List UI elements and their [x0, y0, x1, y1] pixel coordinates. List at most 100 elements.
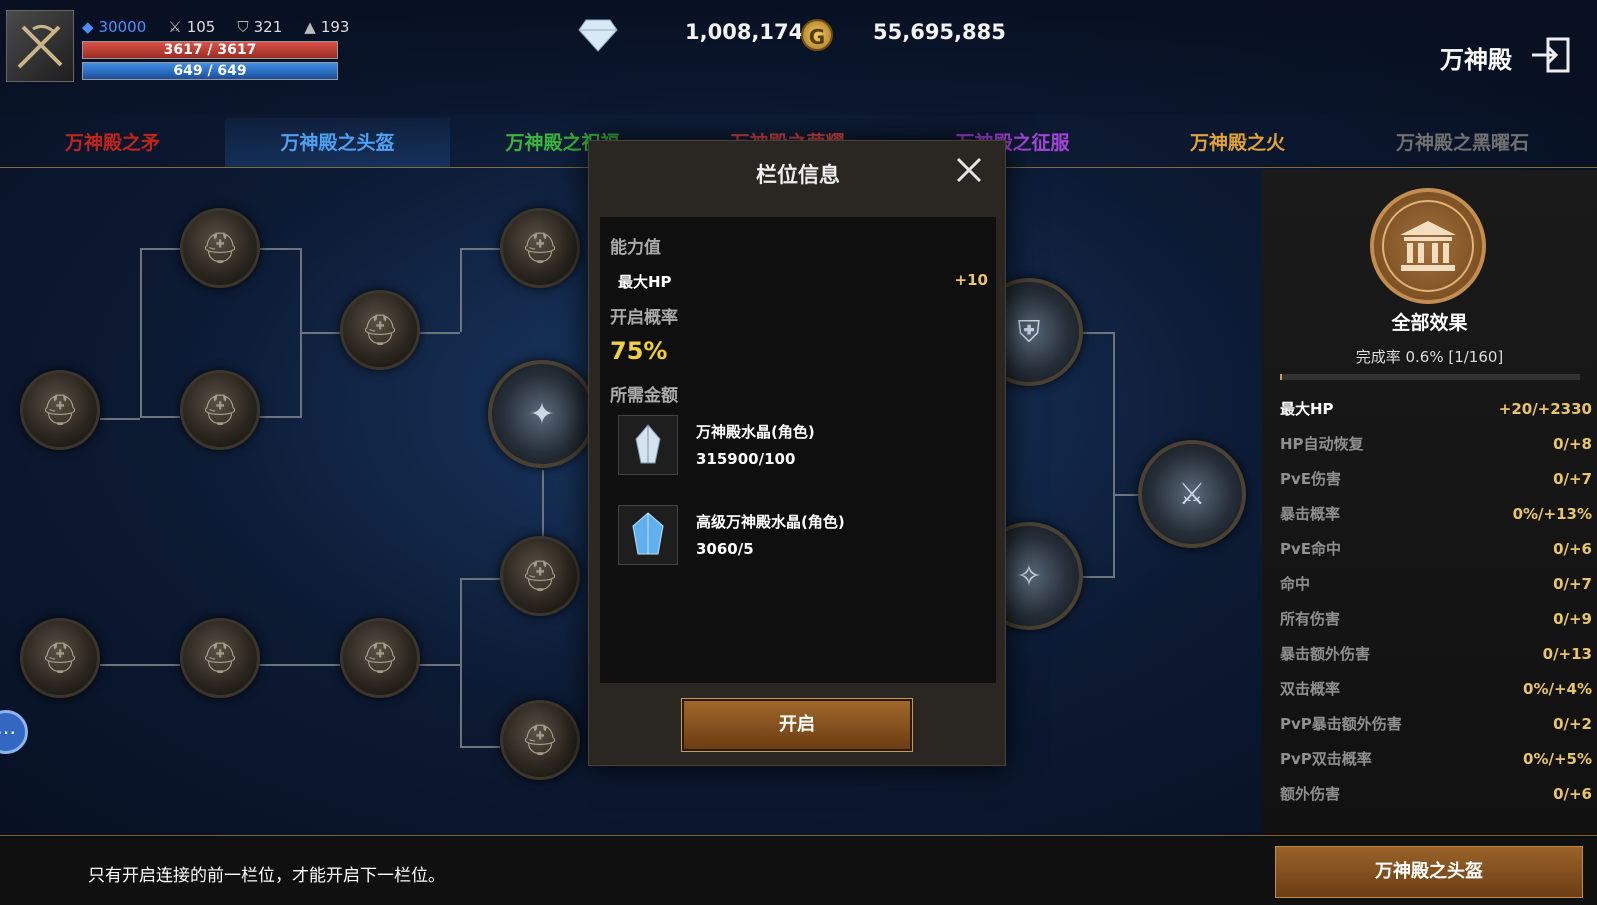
effect-row: 双击概率 0%/+4%: [1280, 672, 1592, 707]
attack-value: 105: [186, 18, 216, 36]
tree-connector: [542, 470, 544, 540]
tree-connector: [460, 578, 500, 580]
class-icon[interactable]: [6, 10, 74, 82]
completion-progress-bar: [1280, 374, 1580, 380]
tree-connector: [300, 332, 340, 334]
level-value: 30000: [98, 18, 147, 36]
hp-bar: 3617 / 3617: [82, 41, 338, 59]
effect-row: 命中 0/+7: [1280, 567, 1592, 602]
level-stat: ◆ 30000: [82, 18, 146, 36]
modal-body: 能力值 最大HP +10 开启概率 75% 所需金额 万神殿水晶(角色) 315…: [600, 217, 996, 683]
effect-name: 最大HP: [1280, 400, 1334, 418]
effect-value: 0/+9: [1553, 610, 1592, 628]
tab-fire[interactable]: 万神殿之火: [1125, 118, 1350, 167]
effect-name: 暴击概率: [1280, 505, 1341, 523]
attack-stat: ⚔ 105: [168, 18, 215, 36]
item-count: 3060/5: [696, 540, 754, 558]
tab-obsidian[interactable]: 万神殿之黑曜石: [1350, 118, 1575, 167]
effect-value: 0%/+4%: [1523, 680, 1592, 698]
effect-name: 暴击额外伤害: [1280, 645, 1371, 663]
spear-shield-emblem-node[interactable]: ⚔: [1138, 440, 1246, 548]
mp-bar: 649 / 649: [82, 62, 338, 80]
level-badge-icon: ◆: [82, 18, 94, 36]
helmet-slot-node[interactable]: ⛑: [500, 208, 580, 288]
effect-name: PvP暴击额外伤害: [1280, 715, 1402, 733]
helmet-category-button[interactable]: 万神殿之头盔: [1275, 846, 1583, 898]
shield-icon: ⛉: [237, 18, 249, 36]
effect-name: PvE命中: [1280, 540, 1342, 558]
effect-value: 0/+2: [1553, 715, 1592, 733]
pantheon-temple-icon: [1370, 188, 1486, 304]
chance-value: 75%: [610, 337, 668, 365]
tree-connector: [100, 664, 180, 666]
effect-value: 0%/+13%: [1512, 505, 1592, 523]
defense-value: 321: [253, 18, 283, 36]
slot-info-modal: 栏位信息 能力值 最大HP +10 开启概率 75% 所需金额 万神殿水晶(角色…: [588, 140, 1006, 766]
effect-value: 0/+6: [1553, 785, 1592, 803]
tree-connector: [460, 248, 462, 332]
tree-connector: [140, 248, 142, 418]
tree-connector: [140, 416, 180, 418]
tree-connector: [418, 664, 460, 666]
tree-connector: [1113, 494, 1141, 496]
effect-value: 0/+6: [1553, 540, 1592, 558]
effect-row: PvP暴击额外伤害 0/+2: [1280, 707, 1592, 742]
cost-item: 万神殿水晶(角色) 315900/100: [618, 415, 988, 475]
stat-row: 最大HP +10: [618, 271, 988, 292]
helmet-slot-node[interactable]: ⛑: [20, 370, 100, 450]
tab-helmet[interactable]: 万神殿之头盔: [225, 118, 450, 167]
cost-item: 高级万神殿水晶(角色) 3060/5: [618, 505, 988, 565]
effect-value: 0/+7: [1553, 470, 1592, 488]
effect-name: PvE伤害: [1280, 470, 1342, 488]
progress-fill: [1280, 374, 1282, 380]
effect-row: HP自动恢复 0/+8: [1280, 427, 1592, 462]
tree-connector: [258, 664, 340, 666]
advanced-crystal-icon: [618, 505, 678, 565]
tree-connector: [258, 416, 300, 418]
wing-emblem-node[interactable]: ✦: [488, 360, 596, 468]
ability-label: 能力值: [610, 238, 661, 258]
helmet-slot-node[interactable]: ⛑: [20, 618, 100, 698]
effect-name: 额外伤害: [1280, 785, 1341, 803]
helmet-slot-node[interactable]: ⛑: [500, 700, 580, 780]
helmet-slot-node[interactable]: ⛑: [340, 290, 420, 370]
effect-name: HP自动恢复: [1280, 435, 1364, 453]
tab-spear[interactable]: 万神殿之矛: [0, 118, 225, 167]
tree-connector: [460, 248, 500, 250]
item-name: 万神殿水晶(角色): [696, 423, 815, 441]
bottom-bar: 只有开启连接的前一栏位，才能开启下一栏位。 万神殿之头盔: [0, 835, 1597, 905]
helmet-slot-node[interactable]: ⛑: [180, 208, 260, 288]
helmet-slot-node[interactable]: ⛑: [180, 370, 260, 450]
crystal-icon: [618, 415, 678, 475]
close-icon[interactable]: [954, 155, 984, 185]
stat-name: 最大HP: [618, 273, 672, 291]
effect-row: 最大HP +20/+2330: [1280, 392, 1592, 427]
effect-row: PvE伤害 0/+7: [1280, 462, 1592, 497]
total-effects-title: 全部效果: [1391, 312, 1468, 334]
helmet-slot-node[interactable]: ⛑: [180, 618, 260, 698]
open-slot-button[interactable]: 开启: [681, 698, 913, 752]
effect-value: 0/+13: [1542, 645, 1592, 663]
effect-value: +20/+2330: [1498, 400, 1592, 418]
effect-list[interactable]: 最大HP +20/+2330 HP自动恢复 0/+8 PvE伤害 0/+7 暴击概率 0%/+…: [1280, 392, 1592, 812]
effect-value: 0/+8: [1553, 435, 1592, 453]
effect-name: 所有伤害: [1280, 610, 1341, 628]
helmet-slot-node[interactable]: ⛑: [500, 536, 580, 616]
player-stats: ◆ 30000 ⚔ 105 ⛉ 321 ▲ 193: [82, 18, 349, 36]
total-effects-panel: 全部效果 完成率 0.6% [1/160] 最大HP +20/+2330 HP自动恢…: [1262, 170, 1597, 835]
effect-row: 暴击额外伤害 0/+13: [1280, 637, 1592, 672]
effect-row: PvE命中 0/+6: [1280, 532, 1592, 567]
effect-row: 暴击概率 0%/+13%: [1280, 497, 1592, 532]
page-title: 万神殿: [1440, 46, 1512, 74]
exit-icon[interactable]: [1530, 35, 1572, 75]
diamond-icon: [578, 19, 618, 52]
tree-connector: [418, 332, 460, 334]
tree-connector: [1113, 332, 1115, 578]
diamond-count: 1,008,174: [685, 20, 804, 44]
modal-title: 栏位信息: [756, 163, 840, 187]
effect-name: 命中: [1280, 575, 1311, 593]
magic-stat: ▲ 193: [304, 18, 349, 36]
helmet-slot-node[interactable]: ⛑: [340, 618, 420, 698]
stat-value: +10: [954, 271, 988, 289]
top-bar: ◆ 30000 ⚔ 105 ⛉ 321 ▲ 193 3617 / 3617 649 / …: [0, 0, 1597, 115]
